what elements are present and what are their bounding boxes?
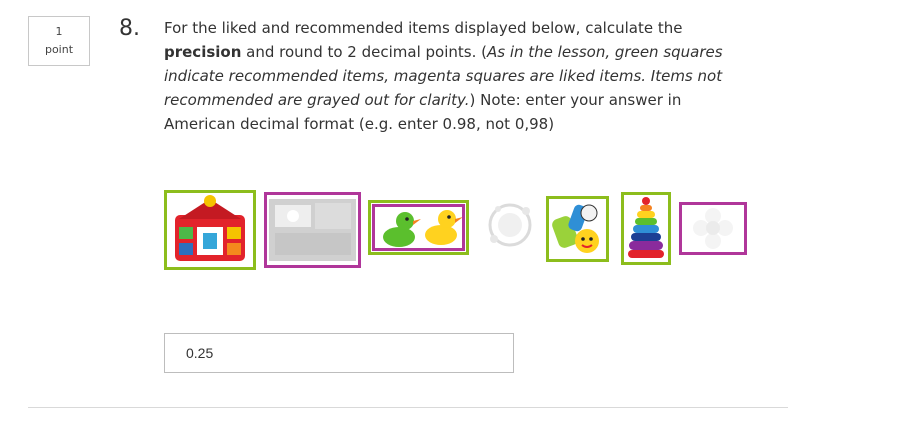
rubber-ducks-icon <box>383 210 462 247</box>
question-divider <box>28 407 788 408</box>
question-number: 8. <box>119 16 140 41</box>
liked-inner-frame <box>372 204 465 251</box>
flower-toy-icon <box>693 208 733 249</box>
prompt-text-1: For the liked and recommended items disp… <box>164 19 683 37</box>
item-toy-farmhouse <box>164 190 256 270</box>
points-box: 1 point <box>28 16 90 66</box>
prompt-text-2: and round to 2 decimal points. ( <box>241 43 487 61</box>
question-prompt: For the liked and recommended items disp… <box>164 16 734 136</box>
stacking-rings-icon <box>628 197 664 258</box>
answer-input[interactable] <box>164 333 514 373</box>
farmhouse-toy-icon <box>175 195 245 261</box>
prompt-bold-term: precision <box>164 43 242 61</box>
item-toy-rattle <box>478 195 538 257</box>
item-rubber-ducks <box>368 200 469 255</box>
book-toy-icon <box>269 199 356 261</box>
points-label: point <box>44 43 74 56</box>
item-stacking-rings <box>621 192 671 265</box>
teether-toy-icon <box>552 204 599 253</box>
points-value: 1 <box>55 25 63 38</box>
rattle-toy-icon <box>488 203 532 247</box>
item-toy-book <box>264 192 361 268</box>
item-baby-teether <box>546 196 609 262</box>
item-flower-toy <box>679 202 747 255</box>
